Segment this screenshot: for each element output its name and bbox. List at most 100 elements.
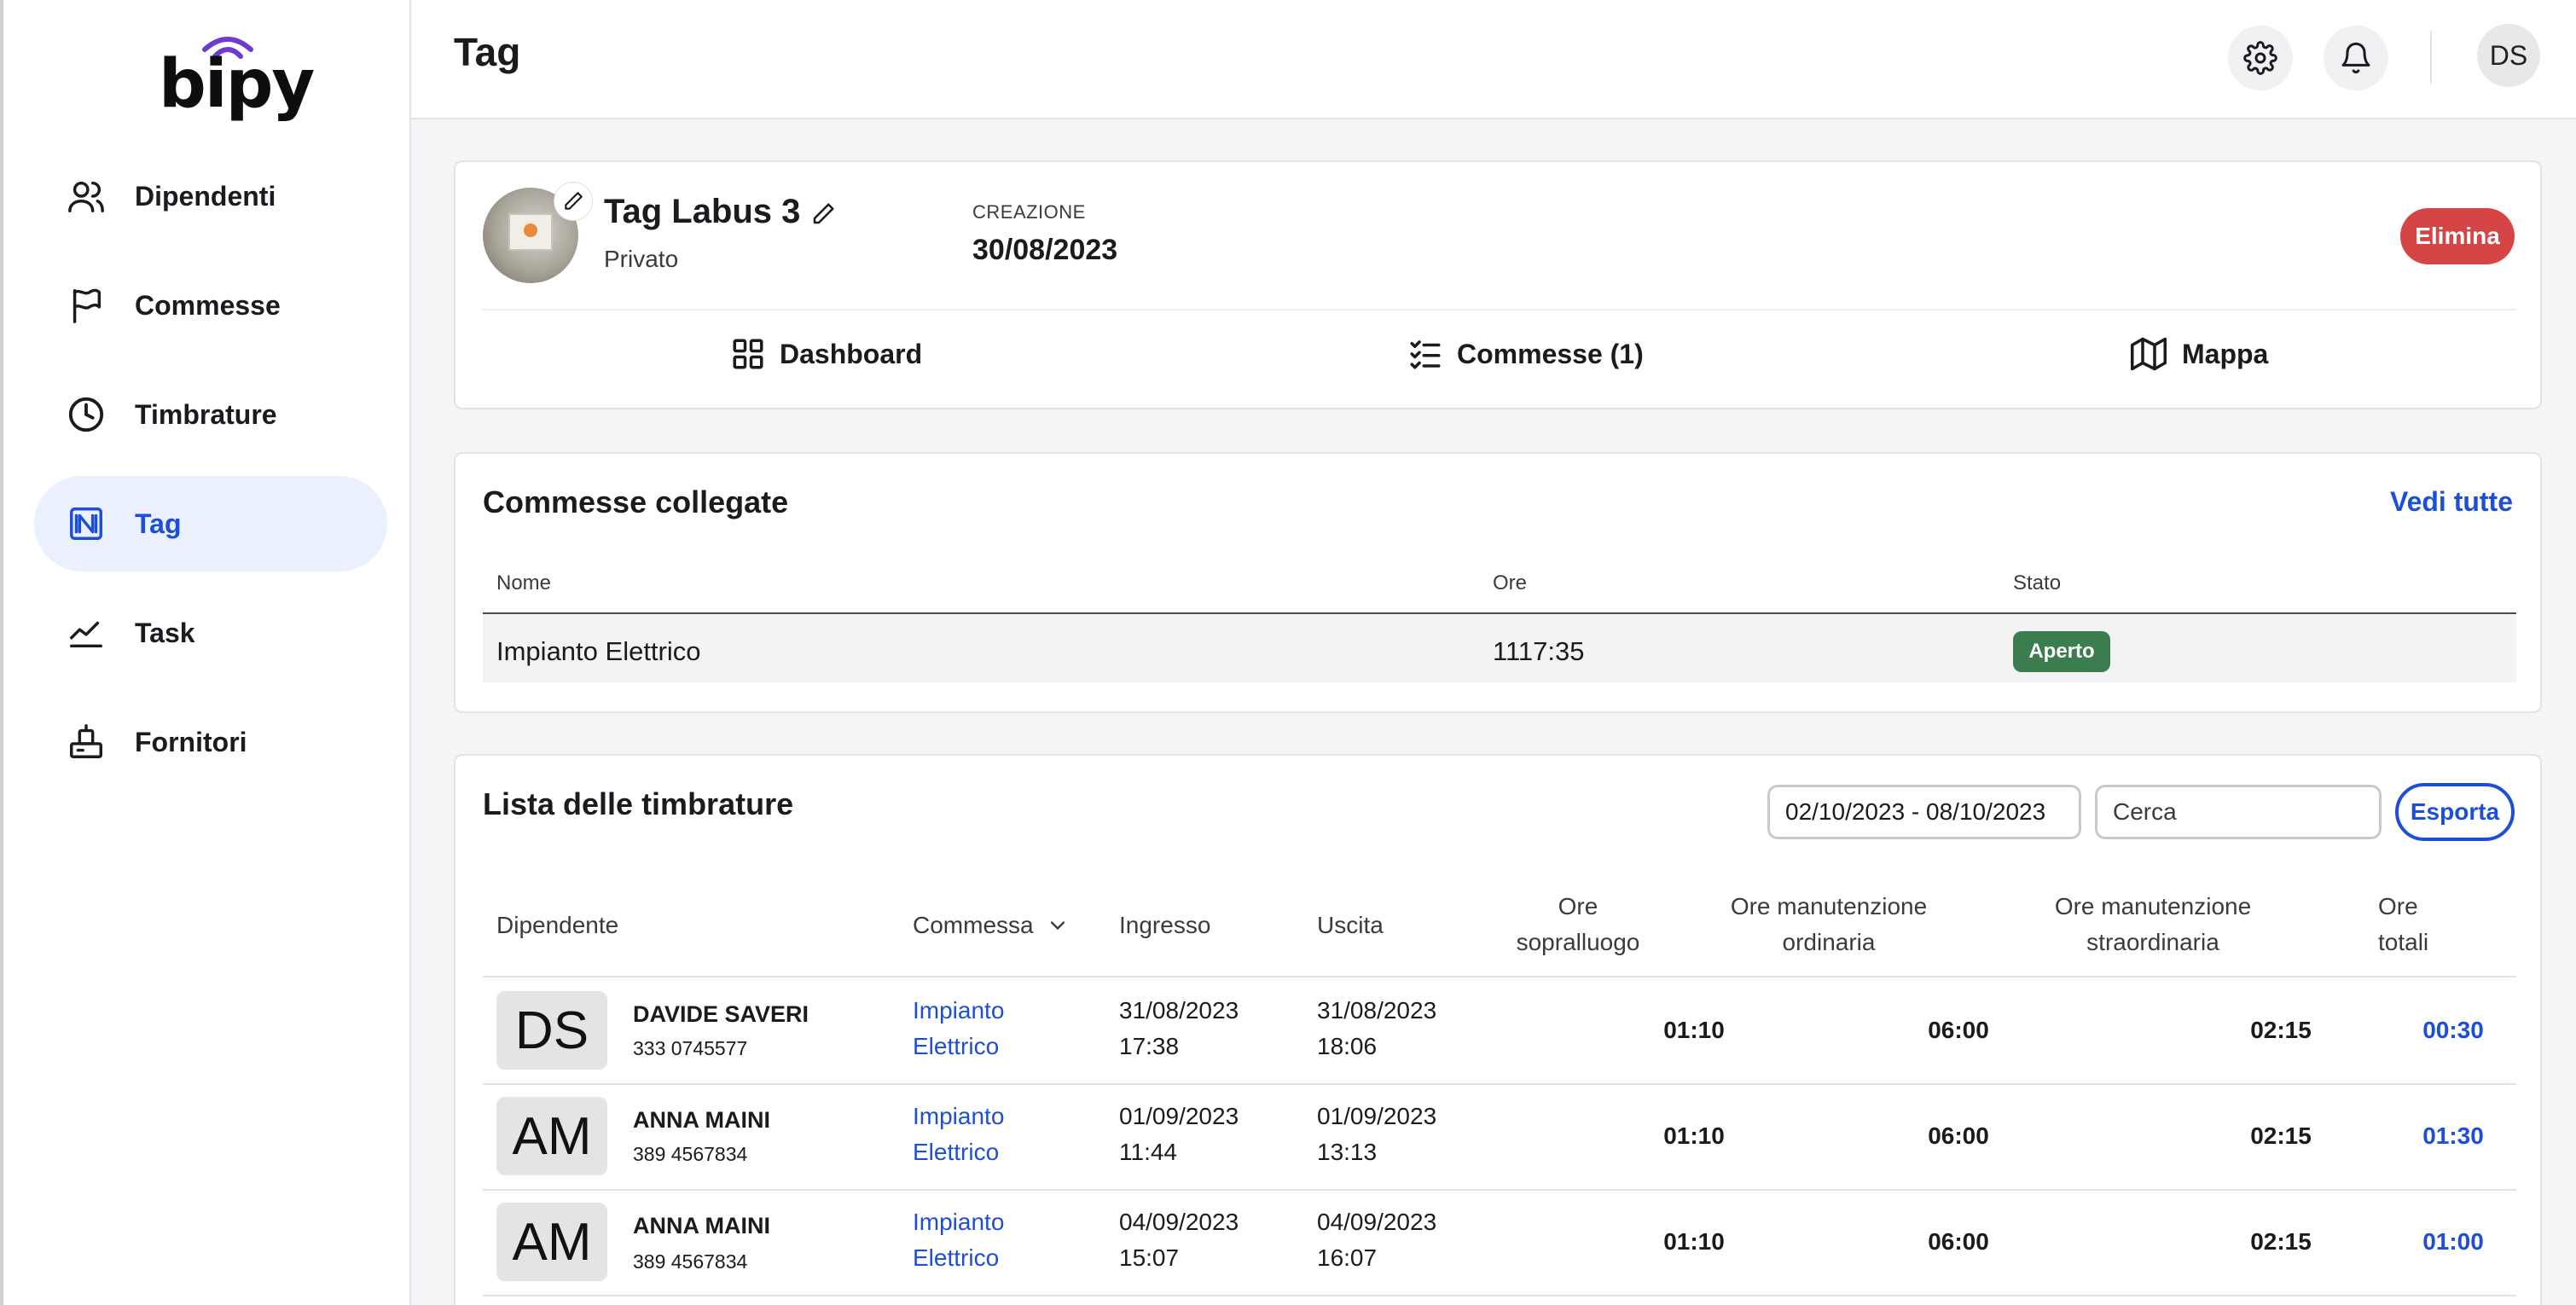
total-hours[interactable]: 00:30 xyxy=(2411,1017,2496,1044)
ordinary-hours: 06:00 xyxy=(1928,1228,1989,1255)
column-header-ordinary[interactable]: Ore manutenzione ordinaria xyxy=(1701,889,1957,960)
entry-time: 17:38 xyxy=(1119,1033,1180,1059)
section-title: Commesse collegate xyxy=(483,484,789,519)
flag-icon xyxy=(73,288,102,323)
entry-date: 01/09/2023 xyxy=(1119,1103,1239,1129)
header-line: Ore manutenzione xyxy=(2054,893,2252,919)
sidebar-item-label: Timbrature xyxy=(135,398,277,430)
job-link-line: Impianto xyxy=(913,997,1005,1024)
sidebar-item-fornitori[interactable]: Fornitori xyxy=(34,694,387,790)
tab-dashboard[interactable]: Dashboard xyxy=(730,324,922,384)
avatar: AM xyxy=(496,1203,607,1281)
bell-icon xyxy=(2341,42,2370,74)
edit-name-pencil-icon[interactable] xyxy=(810,201,836,227)
column-header-employee[interactable]: Dipendente xyxy=(496,908,618,943)
grid-icon xyxy=(733,339,763,369)
job-hours: 1117:35 xyxy=(1493,636,1585,666)
page-title: Tag xyxy=(454,30,521,74)
job-link-line: Elettrico xyxy=(913,1139,1000,1165)
job-name[interactable]: Impianto Elettrico xyxy=(496,636,701,667)
column-header-status[interactable]: Stato xyxy=(2013,571,2061,595)
sidebar: bipy Dipendenti Commesse Timbrature Tag … xyxy=(0,0,411,1305)
sidebar-item-timbrature[interactable]: Timbrature xyxy=(34,367,387,462)
column-header-job-label: Commessa xyxy=(913,912,1034,938)
notifications-button[interactable] xyxy=(2324,26,2388,90)
entry-date: 04/09/2023 xyxy=(1119,1209,1239,1235)
app-logo[interactable]: bipy xyxy=(159,31,315,123)
ordinary-hours: 06:00 xyxy=(1928,1122,1989,1149)
column-header-name[interactable]: Nome xyxy=(496,571,551,595)
job-link-line: Elettrico xyxy=(913,1033,1000,1059)
exit-datetime: 01/09/2023 13:13 xyxy=(1317,1099,1436,1170)
chevron-down-icon xyxy=(1050,921,1065,931)
tag-header-card: Tag Labus 3 Privato CREAZIONE 30/08/2023… xyxy=(454,160,2542,409)
column-header-extraordinary[interactable]: Ore manutenzione straordinaria xyxy=(2025,889,2281,960)
column-header-survey[interactable]: Ore sopralluogo xyxy=(1493,889,1663,960)
total-hours[interactable]: 01:00 xyxy=(2411,1228,2496,1256)
header-line: ordinaria xyxy=(1782,929,1876,955)
job-link[interactable]: Impianto Elettrico xyxy=(913,993,1004,1064)
job-link[interactable]: Impianto Elettrico xyxy=(913,1204,1004,1276)
tag-name: Tag Labus 3 xyxy=(604,193,801,230)
header-line: totali xyxy=(2378,929,2429,955)
avatar: DS xyxy=(496,991,607,1070)
users-icon xyxy=(68,181,104,212)
survey-hours: 01:10 xyxy=(1663,1122,1725,1149)
column-header-hours[interactable]: Ore xyxy=(1493,571,1527,595)
sidebar-item-dipendenti[interactable]: Dipendenti xyxy=(34,148,387,244)
timesheets-card: Lista delle timbrature 02/10/2023 - 08/1… xyxy=(454,754,2542,1305)
edit-photo-button[interactable] xyxy=(554,183,592,220)
exit-date: 01/09/2023 xyxy=(1317,1103,1437,1129)
search-input[interactable] xyxy=(2095,785,2382,839)
entry-datetime: 04/09/2023 15:07 xyxy=(1119,1204,1239,1276)
table-divider xyxy=(483,1295,2516,1296)
entry-datetime: 01/09/2023 11:44 xyxy=(1119,1099,1239,1170)
sidebar-item-commesse[interactable]: Commesse xyxy=(34,258,387,353)
extraordinary-hours: 02:15 xyxy=(2250,1017,2312,1043)
entry-date: 31/08/2023 xyxy=(1119,997,1239,1024)
logo-text: bipy xyxy=(159,46,315,123)
sidebar-item-label: Tag xyxy=(135,508,182,539)
job-link[interactable]: Impianto Elettrico xyxy=(913,1099,1004,1170)
employee-name: ANNA MAINI xyxy=(633,1107,770,1133)
sidebar-item-label: Fornitori xyxy=(135,726,247,757)
sidebar-item-label: Commesse xyxy=(135,289,281,321)
exit-date: 31/08/2023 xyxy=(1317,997,1437,1024)
gear-icon xyxy=(2243,41,2277,75)
top-bar: Tag DS xyxy=(411,0,2576,119)
sidebar-item-task[interactable]: Task xyxy=(34,585,387,681)
entry-time: 15:07 xyxy=(1119,1244,1180,1271)
header-line: sopralluogo xyxy=(1516,929,1640,955)
date-range-picker[interactable]: 02/10/2023 - 08/10/2023 xyxy=(1767,785,2081,839)
sidebar-item-label: Task xyxy=(135,617,195,648)
column-header-exit[interactable]: Uscita xyxy=(1317,908,1384,943)
avatar: AM xyxy=(496,1097,607,1175)
tab-mappa[interactable]: Mappa xyxy=(2129,324,2268,384)
tab-commesse[interactable]: Commesse (1) xyxy=(1407,324,1644,384)
survey-hours: 01:10 xyxy=(1663,1017,1725,1043)
delete-button[interactable]: Elimina xyxy=(2400,208,2515,264)
table-divider xyxy=(483,976,2516,977)
nfc-tag-icon xyxy=(70,508,102,540)
table-divider xyxy=(483,1189,2516,1191)
user-avatar[interactable]: DS xyxy=(2477,24,2540,87)
column-header-entry[interactable]: Ingresso xyxy=(1119,908,1210,943)
sidebar-item-tag[interactable]: Tag xyxy=(34,476,387,571)
total-hours[interactable]: 01:30 xyxy=(2411,1122,2496,1150)
entry-time: 11:44 xyxy=(1119,1139,1177,1165)
map-icon xyxy=(2131,337,2167,371)
section-title: Lista delle timbrature xyxy=(483,786,794,821)
exit-datetime: 04/09/2023 16:07 xyxy=(1317,1204,1436,1276)
entry-datetime: 31/08/2023 17:38 xyxy=(1119,993,1239,1064)
exit-date: 04/09/2023 xyxy=(1317,1209,1437,1235)
clock-icon xyxy=(68,397,104,432)
settings-button[interactable] xyxy=(2228,26,2293,90)
status-badge: Aperto xyxy=(2013,631,2110,672)
export-button[interactable]: Esporta xyxy=(2395,783,2515,841)
see-all-link[interactable]: Vedi tutte xyxy=(2390,486,2513,518)
sidebar-item-label: Dipendenti xyxy=(135,180,276,212)
column-header-job[interactable]: Commessa xyxy=(913,908,1070,943)
column-header-total[interactable]: Ore totali xyxy=(2378,889,2428,960)
tag-type: Privato xyxy=(604,246,679,272)
employee-phone: 389 4567834 xyxy=(633,1250,748,1273)
